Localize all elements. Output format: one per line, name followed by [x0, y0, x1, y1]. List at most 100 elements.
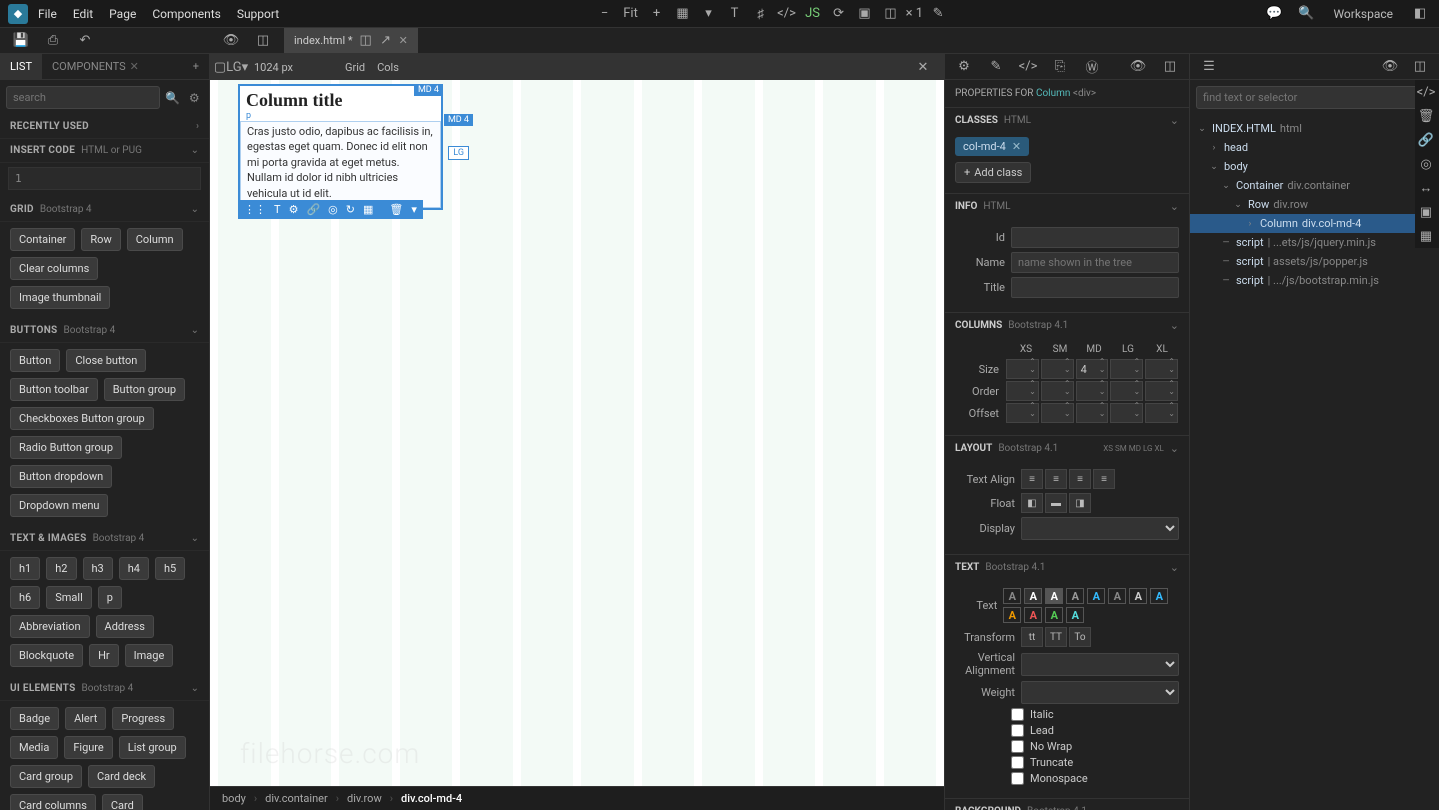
chip-alert[interactable]: Alert [65, 707, 106, 730]
chip-media[interactable]: Media [10, 736, 58, 759]
chip-list-group[interactable]: List group [119, 736, 186, 759]
selected-column[interactable]: MD 4 Column title p Cras justo odio, dap… [238, 84, 443, 210]
add-class-button[interactable]: + Add class [955, 162, 1031, 183]
chip-dropdown-menu[interactable]: Dropdown menu [10, 494, 108, 517]
chip-h1[interactable]: h1 [10, 557, 40, 580]
tree-container[interactable]: ⌄Container div.container [1190, 176, 1415, 195]
dropdown-icon[interactable]: ▾ [698, 3, 720, 25]
crumb-body[interactable]: body [222, 792, 246, 805]
title-input[interactable] [1011, 277, 1179, 298]
section-layout[interactable]: LAYOUTBootstrap 4.1XS SM MD LG XL⌄ [945, 436, 1189, 461]
tab-split-icon[interactable]: ◫ [359, 30, 373, 52]
section-grid[interactable]: GRIDBootstrap 4⌄ [0, 198, 209, 222]
add-tab-icon[interactable]: + [183, 54, 209, 79]
chip-checkboxes-group[interactable]: Checkboxes Button group [10, 407, 154, 430]
delete-icon[interactable]: 🗑 [389, 203, 403, 216]
section-background[interactable]: BACKGROUNDBootstrap 4.1⌄ [945, 799, 1189, 810]
chip-badge[interactable]: Badge [10, 707, 59, 730]
js-icon[interactable]: JS [802, 3, 824, 25]
chip-image-thumbnail[interactable]: Image thumbnail [10, 286, 110, 309]
align-right[interactable]: ≡ [1069, 469, 1091, 489]
swatch[interactable]: A [1129, 588, 1147, 604]
swatch[interactable]: A [1108, 588, 1126, 604]
tab-close-icon[interactable]: ✕ [399, 34, 408, 47]
tree-search-input[interactable] [1196, 86, 1433, 109]
crumb-container[interactable]: div.container [265, 792, 328, 805]
crumb-row[interactable]: div.row [347, 792, 382, 805]
panel-icon[interactable]: ◫ [1159, 56, 1181, 78]
display-select[interactable] [1021, 517, 1179, 540]
swatch[interactable]: A [1066, 588, 1084, 604]
section-insert-code[interactable]: INSERT CODEHTML or PUG⌄ [0, 139, 209, 163]
grid-toggle[interactable]: Grid [345, 61, 365, 74]
chat-icon[interactable]: 💬 [1263, 3, 1285, 25]
offset-xs[interactable] [1006, 403, 1039, 423]
offset-md[interactable] [1076, 403, 1109, 423]
size-xl[interactable] [1145, 359, 1178, 379]
save-icon[interactable]: 💾 [10, 30, 32, 52]
move-icon[interactable]: ↔ [1415, 176, 1437, 200]
section-recently-used[interactable]: RECENTLY USED› [0, 115, 209, 139]
settings-icon[interactable]: ⚙ [289, 203, 299, 216]
link-icon[interactable]: 🔗 [306, 203, 320, 216]
uppercase[interactable]: TT [1045, 627, 1067, 647]
grid-icon[interactable]: ▦ [1415, 224, 1437, 248]
tab-detach-icon[interactable]: ↗ [379, 30, 393, 52]
panel-toggle-icon[interactable]: ◫ [252, 30, 274, 52]
export-icon[interactable]: ⎙ [42, 30, 64, 52]
close-icon[interactable]: ✕ [130, 60, 139, 73]
float-none[interactable]: ▬ [1045, 493, 1067, 513]
code-toggle-icon[interactable]: </> [1415, 80, 1437, 104]
undo-icon[interactable]: ↶ [74, 30, 96, 52]
code-input[interactable]: 1 [8, 167, 201, 190]
chip-h3[interactable]: h3 [83, 557, 113, 580]
section-text[interactable]: TEXTBootstrap 4.1⌄ [945, 555, 1189, 580]
refresh-icon[interactable]: ⟳ [828, 3, 850, 25]
app-logo-icon[interactable]: ◆ [8, 4, 28, 24]
text-tool-icon[interactable]: T [724, 3, 746, 25]
link-icon[interactable]: 🔗 [1415, 128, 1437, 152]
section-info[interactable]: INFOHTML⌄ [945, 194, 1189, 219]
align-justify[interactable]: ≡ [1093, 469, 1115, 489]
wp-icon[interactable]: Ⓦ [1081, 56, 1103, 78]
chip-close-button[interactable]: Close button [66, 349, 146, 372]
swatch[interactable]: A [1024, 607, 1042, 623]
chip-button-toolbar[interactable]: Button toolbar [10, 378, 98, 401]
order-sm[interactable] [1041, 381, 1074, 401]
chip-card[interactable]: Card [102, 794, 143, 810]
swatch[interactable]: A [1045, 607, 1063, 623]
swatch[interactable]: A [1024, 588, 1042, 604]
menu-support[interactable]: Support [237, 7, 279, 21]
section-ui-elements[interactable]: UI ELEMENTSBootstrap 4⌄ [0, 677, 209, 701]
chip-h4[interactable]: h4 [119, 557, 149, 580]
brush-icon[interactable]: ✎ [927, 3, 949, 25]
eye-icon[interactable]: 👁 [220, 30, 242, 52]
responsive-icon[interactable]: ◫ [880, 3, 902, 25]
order-lg[interactable] [1110, 381, 1143, 401]
swatch[interactable]: A [1003, 588, 1021, 604]
class-tag[interactable]: col-md-4✕ [955, 137, 1029, 156]
align-left[interactable]: ≡ [1021, 469, 1043, 489]
chip-card-deck[interactable]: Card deck [88, 765, 155, 788]
swatch[interactable]: A [1045, 588, 1063, 604]
swatch[interactable]: A [1150, 588, 1168, 604]
device-dropdown[interactable]: ▢ LG ▾ [220, 56, 242, 78]
float-right[interactable]: ◨ [1069, 493, 1091, 513]
tree-root[interactable]: ⌄INDEX.HTML html [1190, 119, 1415, 138]
chip-h5[interactable]: h5 [155, 557, 185, 580]
truncate-check[interactable] [1011, 756, 1024, 769]
italic-check[interactable] [1011, 708, 1024, 721]
filter-icon[interactable]: ⚙ [186, 86, 204, 109]
size-md[interactable]: 4 [1076, 359, 1109, 379]
weight-select[interactable] [1021, 681, 1179, 704]
tab-list[interactable]: LIST [0, 54, 42, 79]
nowrap-check[interactable] [1011, 740, 1024, 753]
menu-components[interactable]: Components [152, 7, 221, 21]
search-go-icon[interactable]: 🔍 [164, 86, 182, 109]
ruler-icon[interactable]: ♯ [750, 3, 772, 25]
zoom-fit-button[interactable]: Fit [620, 3, 642, 25]
mono-check[interactable] [1011, 772, 1024, 785]
code-icon[interactable]: </> [776, 3, 798, 25]
chip-button-dropdown[interactable]: Button dropdown [10, 465, 112, 488]
chip-abbreviation[interactable]: Abbreviation [10, 615, 90, 638]
